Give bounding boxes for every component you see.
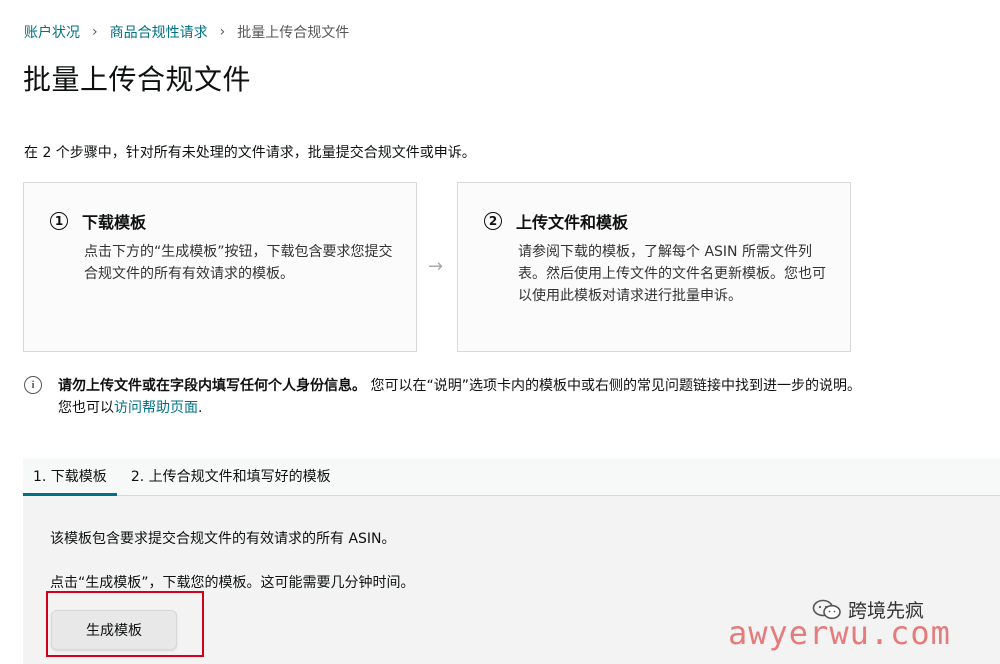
pii-notice: i 请勿上传文件或在字段内填写任何个人身份信息。 您可以在“说明”选项卡内的模板…: [24, 375, 988, 419]
notice-help-suffix: .: [198, 400, 203, 416]
watermark-url: awyerwu.com: [728, 614, 951, 652]
notice-description: 您可以在“说明”选项卡内的模板中或右侧的常见问题链接中找到进一步的说明。: [370, 378, 861, 394]
notice-text: 请勿上传文件或在字段内填写任何个人身份信息。 您可以在“说明”选项卡内的模板中或…: [58, 375, 988, 419]
step-header: 1 下载模板: [50, 209, 146, 233]
step-description: 点击下方的“生成模板”按钮，下载包含要求您提交合规文件的所有有效请求的模板。: [84, 244, 393, 282]
help-page-link[interactable]: 访问帮助页面: [114, 400, 198, 416]
notice-warning: 请勿上传文件或在字段内填写任何个人身份信息。: [58, 378, 366, 394]
chevron-right-icon: ›: [219, 24, 226, 40]
chevron-right-icon: ›: [92, 24, 98, 40]
step-header: 2 上传文件和模板: [484, 209, 628, 233]
info-icon: i: [24, 376, 42, 394]
step-card-download: 1 下载模板 点击下方的“生成模板”按钮，下载包含要求您提交合规文件的所有有效请…: [23, 182, 417, 352]
step-description: 请参阅下载的模板，了解每个 ASIN 所需文件列表。然后使用上传文件的文件名更新…: [518, 244, 826, 304]
step-title: 上传文件和模板: [516, 213, 629, 232]
step-number-icon: 2: [484, 212, 502, 230]
tab-download-template[interactable]: 1. 下载模板: [23, 466, 117, 496]
panel-description: 该模板包含要求提交合规文件的有效请求的所有 ASIN。: [50, 531, 396, 547]
page-title: 批量上传合规文件: [23, 63, 252, 96]
tab-upload-files[interactable]: 2. 上传合规文件和填写好的模板: [121, 466, 341, 495]
notice-help-line: 您也可以访问帮助页面.: [58, 397, 988, 419]
breadcrumb: 账户状况 › 商品合规性请求 › 批量上传合规文件: [24, 22, 349, 42]
arrow-right-icon: →: [428, 256, 444, 277]
breadcrumb-current: 批量上传合规文件: [237, 25, 350, 41]
breadcrumb-link-compliance-requests[interactable]: 商品合规性请求: [110, 22, 208, 42]
step-number-icon: 1: [50, 212, 68, 230]
tab-bar: 1. 下载模板 2. 上传合规文件和填写好的模板: [23, 458, 1000, 496]
step-card-upload: 2 上传文件和模板 请参阅下载的模板，了解每个 ASIN 所需文件列表。然后使用…: [457, 182, 851, 352]
highlight-annotation: [46, 591, 204, 657]
breadcrumb-link-account-health[interactable]: 账户状况: [24, 22, 80, 42]
intro-text: 在 2 个步骤中，针对所有未处理的文件请求，批量提交合规文件或申诉。: [24, 145, 476, 161]
notice-help-prefix: 您也可以: [58, 400, 114, 416]
step-title: 下载模板: [82, 213, 147, 232]
panel-instruction: 点击“生成模板”，下载您的模板。这可能需要几分钟时间。: [50, 575, 415, 591]
